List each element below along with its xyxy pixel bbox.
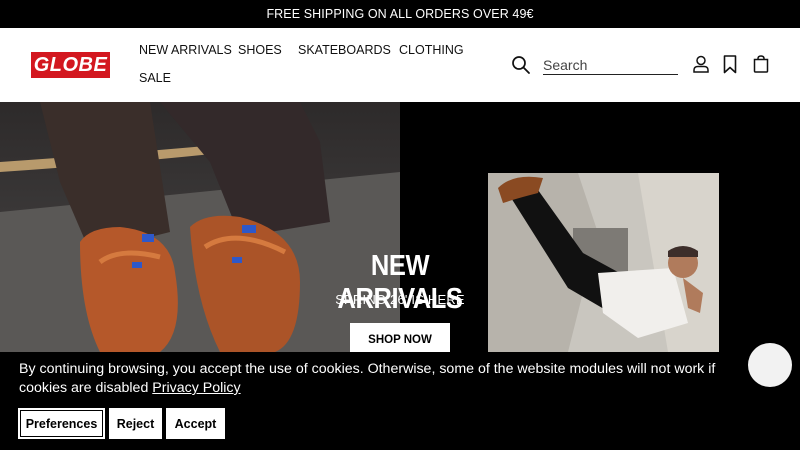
account-icon[interactable] bbox=[691, 54, 711, 74]
cookie-banner: By continuing browsing, you accept the u… bbox=[0, 352, 800, 450]
search-icon[interactable] bbox=[511, 55, 531, 75]
nav-new-arrivals[interactable]: NEW ARRIVALS bbox=[139, 43, 232, 57]
cookie-message: By continuing browsing, you accept the u… bbox=[19, 360, 759, 398]
nav-shoes[interactable]: SHOES bbox=[238, 43, 282, 57]
wishlist-bookmark-icon[interactable] bbox=[720, 54, 740, 74]
hero-skater-image bbox=[488, 173, 719, 352]
shop-now-button[interactable]: SHOP NOW bbox=[350, 323, 450, 352]
nav-clothing[interactable]: CLOTHING bbox=[399, 43, 464, 57]
globe-logo[interactable]: GLOBE bbox=[31, 52, 110, 78]
announcement-bar: FREE SHIPPING ON ALL ORDERS OVER 49€ bbox=[0, 0, 800, 28]
accept-button[interactable]: Accept bbox=[166, 408, 225, 439]
cart-icon[interactable] bbox=[751, 54, 771, 74]
search-input[interactable] bbox=[543, 55, 678, 75]
hero-subtitle: SPRING 26' IS HERE bbox=[335, 292, 465, 307]
privacy-policy-link[interactable]: Privacy Policy bbox=[152, 380, 240, 396]
nav-skateboards[interactable]: SKATEBOARDS bbox=[298, 43, 391, 57]
logo-text: GLOBE bbox=[33, 53, 108, 76]
site-header: GLOBE NEW ARRIVALS SHOES SKATEBOARDS CLO… bbox=[0, 28, 800, 102]
hero-banner[interactable]: NEW ARRIVALS SPRING 26' IS HERE SHOP NOW bbox=[0, 102, 800, 352]
announcement-text: FREE SHIPPING ON ALL ORDERS OVER 49€ bbox=[266, 7, 534, 21]
reject-button[interactable]: Reject bbox=[109, 408, 162, 439]
nav-sale[interactable]: SALE bbox=[139, 71, 171, 85]
chat-widget-button[interactable] bbox=[748, 343, 792, 387]
cookie-text: By continuing browsing, you accept the u… bbox=[19, 361, 716, 396]
preferences-button[interactable]: Preferences bbox=[18, 408, 105, 439]
